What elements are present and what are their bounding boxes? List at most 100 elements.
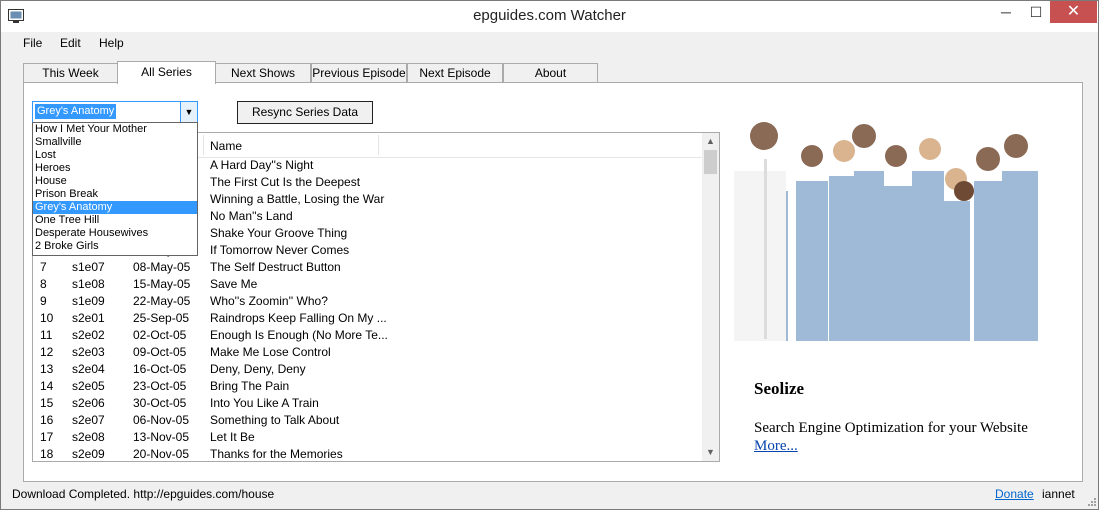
menu-edit[interactable]: Edit [60,36,81,50]
menu-help[interactable]: Help [99,36,124,50]
cell-season-episode: s2e02 [72,328,105,342]
table-row[interactable]: 15 s2e06 30-Oct-05 Into You Like A Train [33,395,703,412]
cell-episode-name: Something to Talk About [210,413,340,427]
cell-episode-name: Deny, Deny, Deny [210,362,306,376]
series-cast-photo [734,101,1054,341]
app-window: epguides.com Watcher ─ ☐ ✕ File Edit Hel… [0,0,1099,510]
user-name: iannet [1042,487,1075,501]
cell-episode-number: 14 [40,379,54,393]
cell-air-date: 20-Nov-05 [133,447,190,461]
ad-text: Search Engine Optimization for your Webs… [754,420,1028,436]
cell-air-date: 08-May-05 [133,260,191,274]
cell-episode-name: The First Cut Is the Deepest [210,175,361,189]
tab-all-series[interactable]: All Series [117,61,216,84]
all-series-panel: Grey's Anatomy ▼ How I Met Your Mother S… [23,82,1083,482]
cell-air-date: 23-Oct-05 [133,379,187,393]
status-text: Download Completed. http://epguides.com/… [12,487,275,501]
series-option-selected[interactable]: Grey's Anatomy [33,201,197,214]
series-option[interactable]: Prison Break [33,188,197,201]
maximize-button[interactable]: ☐ [1021,1,1051,23]
cell-episode-name: Save Me [210,277,258,291]
table-row[interactable]: 16 s2e07 06-Nov-05 Something to Talk About [33,412,703,429]
cell-episode-number: 13 [40,362,54,376]
cell-episode-number: 9 [40,294,47,308]
cell-season-episode: s2e09 [72,447,105,461]
cell-episode-name: Make Me Lose Control [210,345,331,359]
cell-season-episode: s1e07 [72,260,105,274]
cell-episode-name: Winning a Battle, Losing the War [210,192,385,206]
tab-previous-episode[interactable]: Previous Episode [311,63,407,82]
cell-air-date: 30-Oct-05 [133,396,187,410]
series-option[interactable]: House [33,175,197,188]
minimize-button[interactable]: ─ [991,1,1021,23]
table-row[interactable]: 17 s2e08 13-Nov-05 Let It Be [33,429,703,446]
scroll-down-icon[interactable]: ▼ [702,444,719,461]
series-select-value: Grey's Anatomy [35,104,117,119]
table-row[interactable]: 7 s1e07 08-May-05 The Self Destruct Button [33,259,703,276]
resync-series-button[interactable]: Resync Series Data [237,101,373,124]
cell-season-episode: s2e01 [72,311,105,325]
cell-season-episode: s2e05 [72,379,105,393]
cell-episode-name: Let It Be [210,430,255,444]
table-row[interactable]: 12 s2e03 09-Oct-05 Make Me Lose Control [33,344,703,361]
series-option[interactable]: Lost [33,149,197,162]
cell-episode-name: Into You Like A Train [210,396,319,410]
tab-next-episode[interactable]: Next Episode [407,63,503,82]
series-option[interactable]: Heroes [33,162,197,175]
cell-air-date: 13-Nov-05 [133,430,190,444]
cell-episode-number: 10 [40,311,54,325]
donate-link[interactable]: Donate [995,487,1034,501]
cell-season-episode: s2e04 [72,362,105,376]
cell-episode-name: Bring The Pain [210,379,290,393]
series-option[interactable]: Desperate Housewives [33,227,197,240]
cell-air-date: 16-Oct-05 [133,362,187,376]
vertical-scrollbar[interactable]: ▲ ▼ [702,133,719,461]
cell-episode-name: No Man''s Land [210,209,293,223]
menu-bar: File Edit Help [1,32,1098,54]
series-select[interactable]: Grey's Anatomy ▼ [32,101,198,123]
scroll-up-icon[interactable]: ▲ [702,133,719,150]
column-separator[interactable] [378,135,379,155]
cell-episode-name: Thanks for the Memories [210,447,343,461]
cell-episode-name: If Tomorrow Never Comes [210,243,350,257]
series-option[interactable]: One Tree Hill [33,214,197,227]
table-row[interactable]: 8 s1e08 15-May-05 Save Me [33,276,703,293]
cell-episode-name: Who''s Zoomin'' Who? [210,294,328,308]
cell-episode-number: 15 [40,396,54,410]
tab-next-shows[interactable]: Next Shows [215,63,311,82]
cell-air-date: 09-Oct-05 [133,345,187,359]
cell-episode-name: Raindrops Keep Falling On My ... [210,311,387,325]
window-title: epguides.com Watcher [473,7,626,24]
table-row[interactable]: 13 s2e04 16-Oct-05 Deny, Deny, Deny [33,361,703,378]
ad-more-link[interactable]: More... [754,438,798,455]
column-separator[interactable] [203,135,204,155]
table-row[interactable]: 14 s2e05 23-Oct-05 Bring The Pain [33,378,703,395]
ad-title: Seolize [754,379,805,398]
table-row[interactable]: 11 s2e02 02-Oct-05 Enough Is Enough (No Mor… [33,327,703,344]
cell-season-episode: s2e03 [72,345,105,359]
table-row[interactable]: 9 s1e09 22-May-05 Who''s Zoomin'' Who? [33,293,703,310]
column-header-name[interactable]: Name [210,139,242,153]
menu-file[interactable]: File [23,36,42,50]
cell-episode-name: Enough Is Enough (No More Te... [210,328,388,342]
series-option[interactable]: 2 Broke Girls [33,240,197,253]
series-option[interactable]: How I Met Your Mother [33,123,197,136]
cell-episode-number: 18 [40,447,54,461]
tab-about[interactable]: About [503,63,598,82]
cell-episode-number: 8 [40,277,47,291]
scroll-thumb[interactable] [704,150,717,174]
table-row[interactable]: 18 s2e09 20-Nov-05 Thanks for the Memories [33,446,703,461]
cell-episode-name: The Self Destruct Button [210,260,341,274]
cell-air-date: 15-May-05 [133,277,191,291]
title-bar[interactable]: epguides.com Watcher ─ ☐ ✕ [1,1,1098,32]
tab-this-week[interactable]: This Week [23,63,118,82]
series-dropdown-list[interactable]: How I Met Your Mother Smallville Lost He… [32,122,198,256]
series-option[interactable]: Smallville [33,136,197,149]
close-button[interactable]: ✕ [1050,1,1097,23]
cell-episode-number: 17 [40,430,54,444]
cell-air-date: 25-Sep-05 [133,311,190,325]
cell-episode-name: A Hard Day''s Night [210,158,314,172]
chevron-down-icon[interactable]: ▼ [180,102,197,122]
table-row[interactable]: 10 s2e01 25-Sep-05 Raindrops Keep Falling O… [33,310,703,327]
resize-grip-icon[interactable] [1086,496,1096,506]
